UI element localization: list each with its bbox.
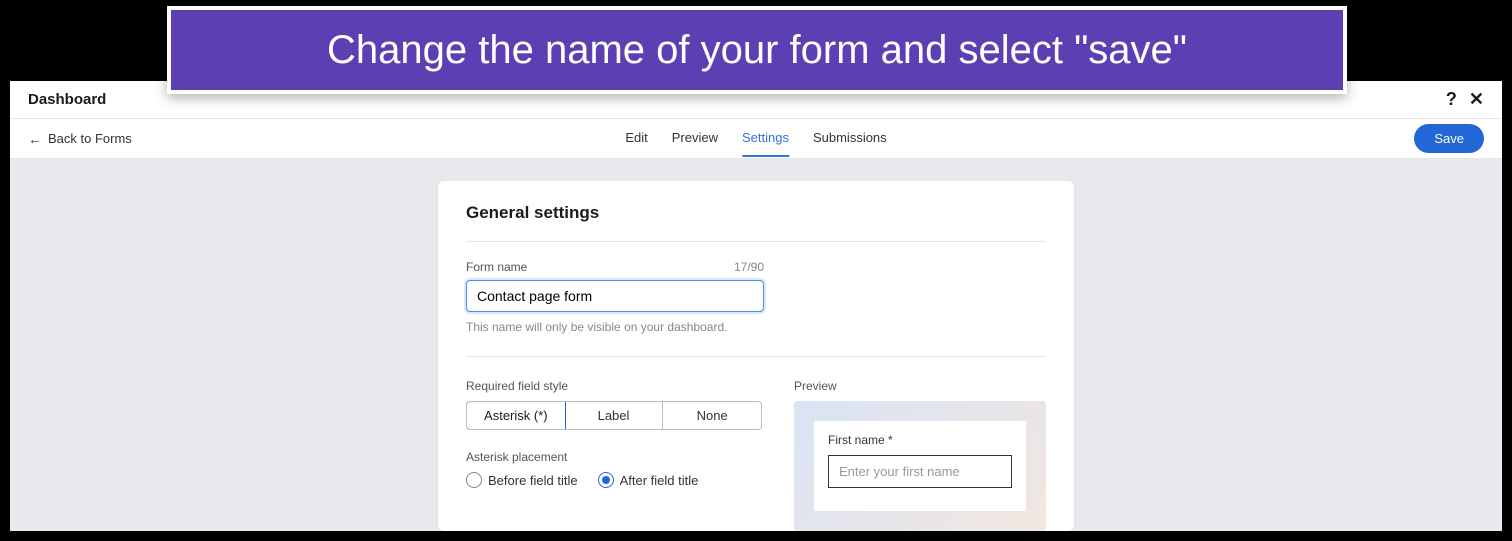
- header-icons: ? ✕: [1446, 89, 1484, 110]
- back-label: Back to Forms: [48, 131, 132, 146]
- settings-panel: General settings Form name 17/90 This na…: [438, 181, 1074, 531]
- back-to-forms-link[interactable]: ← Back to Forms: [28, 131, 132, 147]
- radio-circle-icon: [466, 472, 482, 488]
- label-row: Form name 17/90: [466, 260, 764, 274]
- app-window: Dashboard ? ✕ ← Back to Forms Edit Previ…: [10, 81, 1502, 531]
- tab-submissions[interactable]: Submissions: [813, 120, 887, 157]
- preview-box: First name * Enter your first name: [794, 401, 1046, 531]
- tabs: Edit Preview Settings Submissions: [625, 120, 886, 157]
- bottom-section: Required field style Asterisk (*) Label …: [466, 379, 1046, 531]
- placement-section: Asterisk placement Before field title Af…: [466, 450, 762, 488]
- placement-label: Asterisk placement: [466, 450, 762, 464]
- help-icon[interactable]: ?: [1446, 89, 1457, 110]
- back-arrow-icon: ←: [28, 131, 42, 147]
- close-icon[interactable]: ✕: [1469, 89, 1484, 110]
- preview-label: Preview: [794, 379, 1046, 393]
- segment-asterisk[interactable]: Asterisk (*): [466, 401, 566, 430]
- form-name-group: Form name 17/90 This name will only be v…: [466, 260, 1046, 357]
- radio-before-title[interactable]: Before field title: [466, 472, 578, 488]
- form-name-input[interactable]: [466, 280, 764, 312]
- char-count: 17/90: [734, 260, 764, 274]
- form-name-label: Form name: [466, 260, 527, 274]
- tab-preview[interactable]: Preview: [672, 120, 718, 157]
- required-style-control: Asterisk (*) Label None: [466, 401, 762, 430]
- placement-radio-group: Before field title After field title: [466, 472, 762, 488]
- radio-before-label: Before field title: [488, 473, 578, 488]
- radio-after-label: After field title: [620, 473, 699, 488]
- toolbar: ← Back to Forms Edit Preview Settings Su…: [10, 119, 1502, 159]
- panel-title: General settings: [466, 203, 1046, 242]
- tab-edit[interactable]: Edit: [625, 120, 647, 157]
- tab-settings[interactable]: Settings: [742, 120, 789, 157]
- preview-section: Preview First name * Enter your first na…: [794, 379, 1046, 531]
- dashboard-title: Dashboard: [28, 91, 106, 108]
- preview-field-label: First name *: [828, 433, 1012, 447]
- segment-label[interactable]: Label: [565, 402, 664, 429]
- form-name-help-text: This name will only be visible on your d…: [466, 320, 1046, 334]
- required-style-label: Required field style: [466, 379, 762, 393]
- banner-text: Change the name of your form and select …: [327, 28, 1187, 73]
- segment-none[interactable]: None: [663, 402, 761, 429]
- instruction-banner: Change the name of your form and select …: [167, 6, 1347, 94]
- radio-after-title[interactable]: After field title: [598, 472, 699, 488]
- preview-inner: First name * Enter your first name: [814, 421, 1026, 511]
- left-column: Required field style Asterisk (*) Label …: [466, 379, 762, 531]
- radio-circle-selected-icon: [598, 472, 614, 488]
- content-area: General settings Form name 17/90 This na…: [10, 159, 1502, 531]
- save-button[interactable]: Save: [1414, 124, 1484, 153]
- preview-input: Enter your first name: [828, 455, 1012, 488]
